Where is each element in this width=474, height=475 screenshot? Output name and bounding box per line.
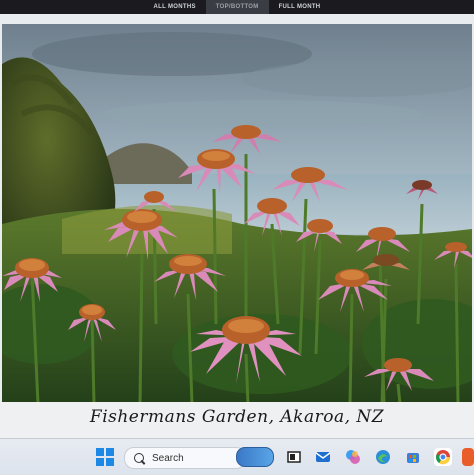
- chrome-icon[interactable]: [434, 448, 452, 466]
- search-placeholder: Search: [152, 452, 184, 464]
- mail-icon[interactable]: [314, 448, 332, 466]
- garden-photo: [2, 24, 472, 416]
- search-icon: [134, 453, 144, 463]
- tab-full-month[interactable]: FULL MONTH: [269, 0, 331, 14]
- photo-caption: Fishermans Garden, Akaroa, NZ: [89, 407, 385, 427]
- search-highlight-icon[interactable]: [236, 447, 274, 467]
- view-tabs: ALL MONTHS TOP/BOTTOM FULL MONTH: [0, 0, 474, 14]
- copilot-icon[interactable]: [344, 448, 362, 466]
- tab-top-bottom[interactable]: TOP/BOTTOM: [205, 0, 269, 14]
- photo-illustration: [2, 24, 472, 404]
- edge-icon[interactable]: [374, 448, 392, 466]
- taskbar: Search: [0, 438, 474, 475]
- search-box[interactable]: Search: [124, 447, 246, 469]
- task-view-icon[interactable]: [285, 448, 303, 466]
- windows-start-icon[interactable]: [96, 448, 114, 466]
- tab-all-months[interactable]: ALL MONTHS: [144, 0, 206, 14]
- photos-icon[interactable]: [462, 448, 474, 466]
- store-icon[interactable]: [404, 448, 422, 466]
